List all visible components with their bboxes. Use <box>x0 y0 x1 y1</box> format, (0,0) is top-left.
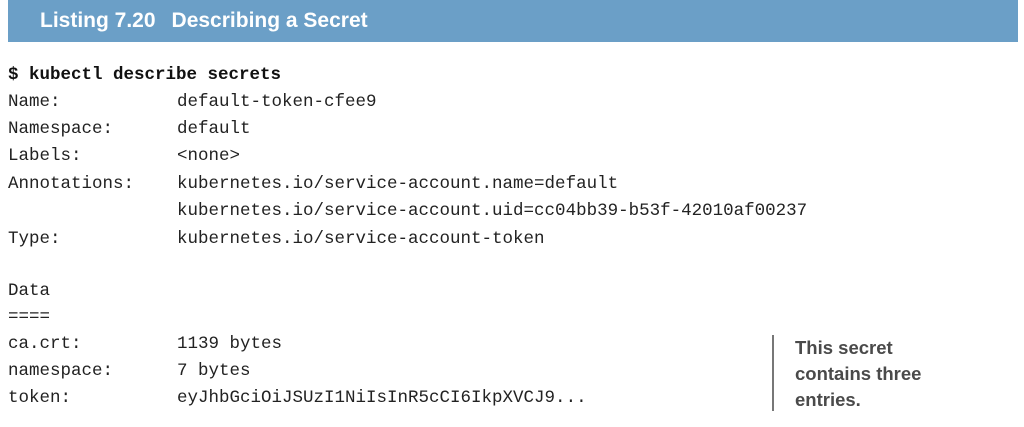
field-row: Name: default-token-cfee9 <box>8 89 377 115</box>
field-key: Annotations: <box>8 174 135 194</box>
data-entry-value: eyJhbGciOiJSUzI1NiIsInR5cCI6IkpXVCJ9... <box>177 388 587 408</box>
annotation-line: This secret <box>795 337 893 358</box>
listing-title: Listing 7.20 Describing a Secret <box>40 9 368 33</box>
field-value: default <box>177 119 251 139</box>
data-heading: Data <box>8 281 51 301</box>
field-row: Namespace: default <box>8 116 251 142</box>
annotation-line: entries. <box>795 389 861 410</box>
field-value: <none> <box>177 146 241 166</box>
field-row: Labels: <none> <box>8 143 240 169</box>
field-value: kubernetes.io/service-account.name=defau… <box>177 174 619 194</box>
annotation-line: contains three <box>795 363 922 384</box>
field-key: Name: <box>8 92 61 112</box>
field-key: Labels: <box>8 146 82 166</box>
data-entry-key: ca.crt: <box>8 334 82 354</box>
data-entry-row: namespace: 7 bytes <box>8 358 251 384</box>
data-entry-row: ca.crt: 1139 bytes <box>8 331 282 357</box>
data-entry-key: namespace: <box>8 361 114 381</box>
field-row: kubernetes.io/service-account.uid=cc04bb… <box>8 198 807 224</box>
data-entry-value: 1139 bytes <box>177 334 283 354</box>
listing-header: Listing 7.20 Describing a Secret <box>8 0 1018 42</box>
data-entry-key: token: <box>8 388 72 408</box>
field-key: Type: <box>8 229 61 249</box>
listing-caption: Describing a Secret <box>171 9 368 32</box>
annotation-callout: This secret contains three entries. <box>795 335 995 413</box>
annotation-bar <box>772 335 774 411</box>
command-line: $ kubectl describe secrets <box>8 65 282 85</box>
field-row: Type: kubernetes.io/service-account-token <box>8 226 545 252</box>
data-entry-value: 7 bytes <box>177 361 251 381</box>
field-value: kubernetes.io/service-account-token <box>177 229 545 249</box>
field-value: default-token-cfee9 <box>177 92 377 112</box>
field-row: Annotations: kubernetes.io/service-accoun… <box>8 171 618 197</box>
field-key: Namespace: <box>8 119 114 139</box>
field-value: kubernetes.io/service-account.uid=cc04bb… <box>177 201 808 221</box>
data-underline: ==== <box>8 307 51 327</box>
listing-number: Listing 7.20 <box>40 9 156 32</box>
data-entry-row: token: eyJhbGciOiJSUzI1NiIsInR5cCI6IkpXVC… <box>8 385 587 411</box>
code-block: $ kubectl describe secrets Name: default-… <box>8 0 807 408</box>
